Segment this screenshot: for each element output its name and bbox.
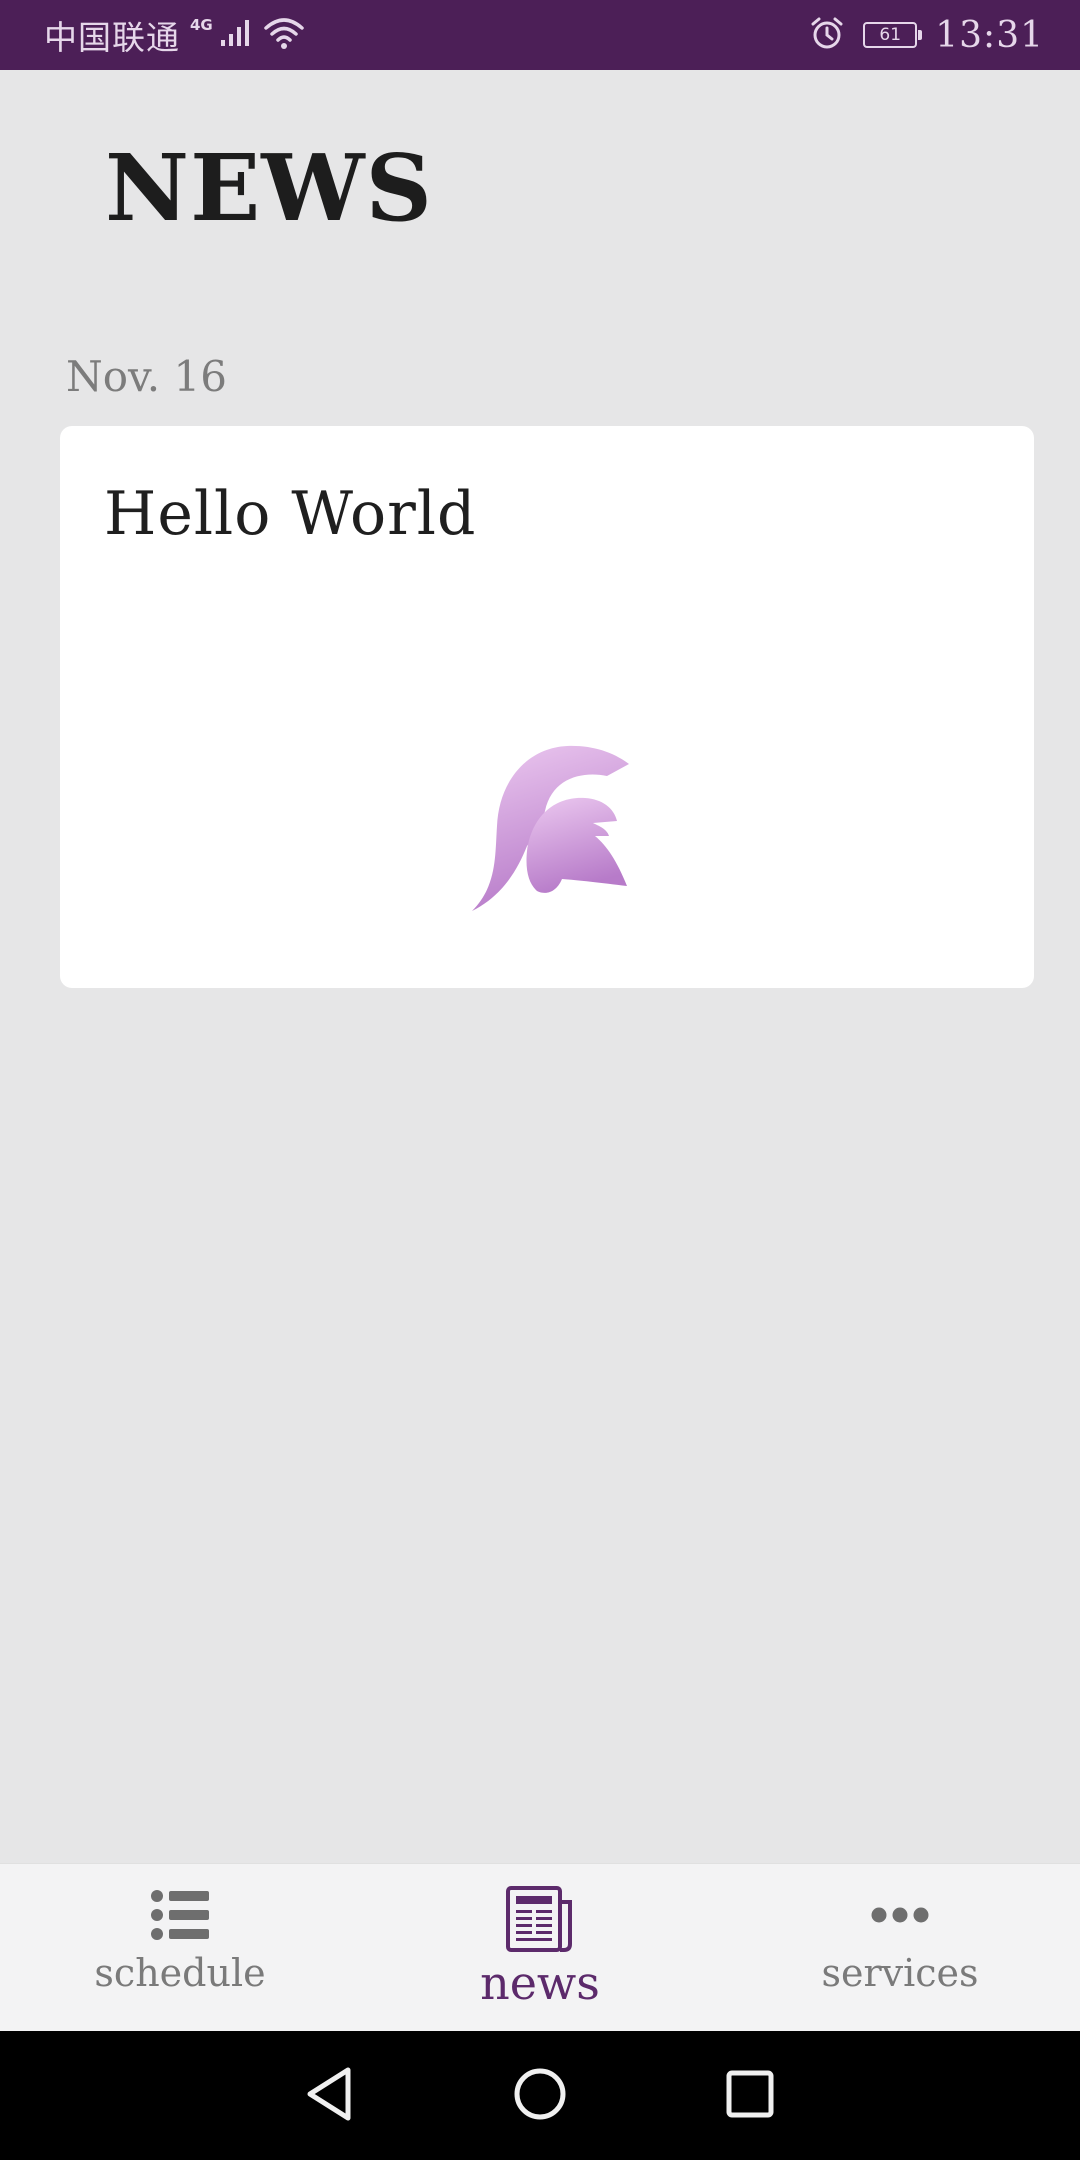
news-date: Nov. 16 bbox=[66, 352, 227, 401]
page-title: NEWS bbox=[105, 134, 433, 242]
carrier-name: 中国联通 bbox=[44, 18, 180, 57]
battery-level: 61 bbox=[879, 24, 902, 45]
back-icon bbox=[304, 2066, 356, 2126]
spartan-helmet-icon bbox=[417, 686, 677, 946]
alarm-icon bbox=[809, 15, 845, 55]
list-icon bbox=[149, 1884, 211, 1946]
news-card-title: Hello World bbox=[104, 479, 477, 549]
tab-schedule-label: schedule bbox=[94, 1951, 266, 1995]
tab-news-label: news bbox=[480, 1956, 600, 2010]
home-icon bbox=[512, 2066, 568, 2126]
network-type: 4G bbox=[190, 16, 213, 34]
tab-schedule[interactable]: schedule bbox=[0, 1864, 360, 2032]
wifi-icon bbox=[263, 16, 305, 54]
status-right: 61 13:31 bbox=[809, 15, 1044, 56]
recents-icon bbox=[725, 2069, 775, 2123]
more-dots-icon bbox=[869, 1884, 931, 1946]
newspaper-icon bbox=[502, 1884, 578, 1954]
status-bar: 中国联通 4G 61 13:31 bbox=[0, 0, 1080, 70]
home-button[interactable] bbox=[510, 2066, 570, 2126]
signal-icon bbox=[219, 18, 253, 52]
back-button[interactable] bbox=[300, 2066, 360, 2126]
news-card[interactable]: Hello World bbox=[60, 426, 1034, 988]
tab-news[interactable]: news bbox=[360, 1864, 720, 2032]
tab-services-label: services bbox=[821, 1951, 979, 1995]
status-left: 中国联通 4G bbox=[44, 11, 305, 59]
bottom-tab-bar: schedule news services bbox=[0, 1863, 1080, 2032]
battery-icon: 61 bbox=[863, 22, 923, 48]
recents-button[interactable] bbox=[720, 2066, 780, 2126]
tab-services[interactable]: services bbox=[720, 1864, 1080, 2032]
clock: 13:31 bbox=[935, 14, 1044, 56]
system-nav-bar bbox=[0, 2031, 1080, 2160]
